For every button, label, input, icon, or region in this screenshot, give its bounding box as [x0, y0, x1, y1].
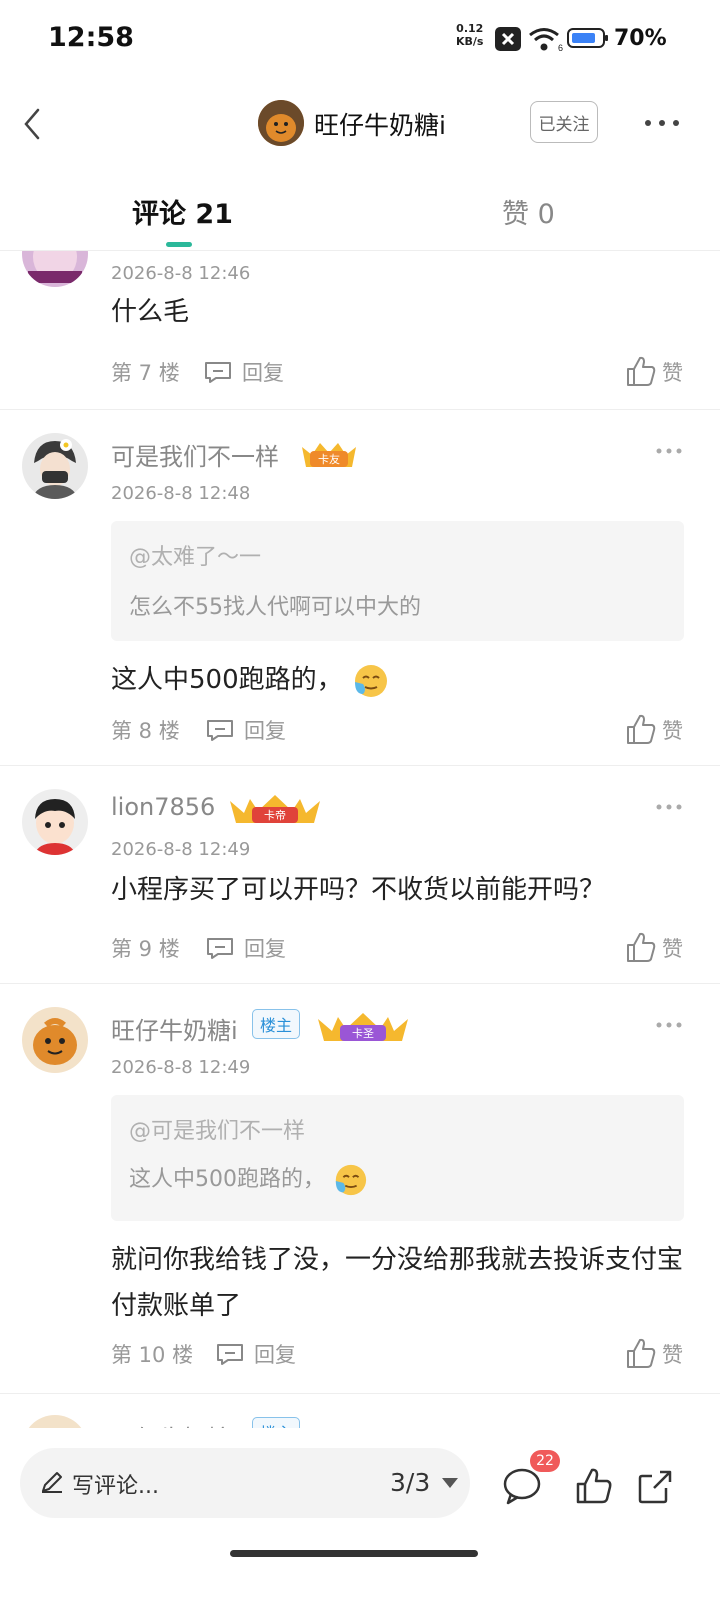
author-avatar[interactable]: [258, 100, 304, 146]
sweat-emoji-icon: [335, 1164, 367, 1196]
more-options-icon[interactable]: [640, 110, 684, 136]
comment-date: 2026-8-8 12:46: [111, 263, 251, 284]
username[interactable]: 旺仔牛奶糖i: [111, 1419, 238, 1428]
author-name[interactable]: 旺仔牛奶糖i: [314, 106, 446, 142]
svg-text:6: 6: [558, 43, 563, 52]
comment-date: 2026-8-8 12:49: [111, 1057, 251, 1078]
battery-icon: [567, 28, 608, 48]
quoted-username: @可是我们不一样: [129, 1119, 306, 1144]
network-speed-unit: KB/s: [456, 35, 484, 48]
reply-button[interactable]: 回复: [254, 1339, 296, 1369]
comment-text: 就问你我给钱了没，一分没给那我就去投诉支付宝付款账单了: [111, 1245, 684, 1321]
reply-icon[interactable]: [206, 936, 234, 960]
comment-item: 旺仔牛奶糖i 楼主: [0, 1393, 720, 1428]
comments-icon[interactable]: [502, 1466, 542, 1506]
reply-button[interactable]: 回复: [244, 715, 286, 745]
quoted-body: 这人中500跑路的，: [129, 1161, 368, 1198]
status-bar: 12:58 0.12 KB/s 6 70%: [0, 0, 720, 80]
thumbs-up-icon: [627, 1338, 656, 1368]
user-avatar[interactable]: [22, 1007, 88, 1073]
quoted-username: @太难了～一: [129, 545, 262, 570]
pen-icon: [42, 1472, 62, 1493]
thumbs-up-icon: [627, 932, 656, 962]
comment-body: 这人中500跑路的，: [111, 657, 684, 703]
reply-button[interactable]: 回复: [242, 357, 284, 387]
comment-more-icon[interactable]: [656, 447, 682, 455]
quoted-text: 怎么不55找人代啊可以中大的: [129, 595, 421, 620]
floor-number: 第 9 楼: [111, 937, 180, 961]
active-tab-indicator: [166, 242, 192, 247]
level-badge-crown-icon: 卡帝: [230, 795, 320, 823]
page-indicator[interactable]: 3/3: [390, 1468, 430, 1497]
share-icon[interactable]: [636, 1466, 676, 1506]
network-speed: 0.12 KB/s: [456, 22, 483, 48]
sweat-emoji-icon: [354, 664, 387, 697]
username[interactable]: lion7856: [111, 793, 215, 821]
user-avatar[interactable]: [22, 1415, 88, 1428]
badge-label: 卡圣: [352, 1027, 374, 1040]
comment-count-badge: 22: [530, 1450, 560, 1472]
comment-more-icon[interactable]: [656, 803, 682, 811]
floor-number: 第 7 楼: [111, 361, 180, 385]
level-badge-crown-icon: 卡圣: [318, 1013, 408, 1041]
like-button[interactable]: 赞: [626, 1337, 686, 1371]
username[interactable]: 旺仔牛奶糖i: [111, 1011, 238, 1046]
quoted-reply[interactable]: @可是我们不一样 这人中500跑路的，: [111, 1095, 684, 1221]
comment-item: 可是我们不一样 卡友 2026-8-8 12:48 @太难了～一 怎么不55找人…: [0, 409, 720, 766]
user-avatar[interactable]: [22, 789, 88, 855]
home-indicator[interactable]: [230, 1550, 478, 1557]
network-speed-value: 0.12: [456, 22, 484, 35]
comment-input[interactable]: 写评论... 3/3: [20, 1448, 470, 1518]
quoted-text: 这人中500跑路的，: [129, 1167, 325, 1192]
comment-date: 2026-8-8 12:48: [111, 483, 251, 504]
like-label: 赞: [662, 361, 683, 385]
back-arrow-icon[interactable]: [14, 100, 54, 148]
status-time: 12:58: [48, 22, 134, 53]
post-header: 旺仔牛奶糖i 已关注: [0, 88, 720, 158]
wifi-icon: 6: [529, 28, 563, 52]
quoted-reply[interactable]: @太难了～一 怎么不55找人代啊可以中大的: [111, 521, 684, 641]
no-sim-icon: [495, 27, 521, 51]
page-dropdown-icon[interactable]: [442, 1478, 458, 1488]
comment-more-icon[interactable]: [656, 1021, 682, 1029]
comment-text: 小程序买了可以开吗？不收货以前能开吗？: [111, 875, 606, 905]
reply-icon[interactable]: [204, 360, 232, 384]
username[interactable]: 可是我们不一样: [111, 437, 279, 472]
thread-author-tag: 楼主: [252, 1009, 301, 1039]
bottom-action-bar: 写评论... 3/3 22: [0, 1428, 720, 1600]
user-avatar[interactable]: [22, 433, 88, 499]
comment-text: 这人中500跑路的，: [111, 665, 343, 695]
reply-icon[interactable]: [216, 1342, 244, 1366]
thumbs-up-icon: [627, 714, 656, 744]
tab-comments[interactable]: 评论 21: [132, 192, 233, 231]
badge-label: 卡友: [318, 452, 340, 466]
like-label: 赞: [662, 719, 683, 743]
thumbs-up-icon: [627, 356, 656, 386]
like-button[interactable]: 赞: [626, 931, 686, 965]
reply-button[interactable]: 回复: [244, 933, 286, 963]
comment-item: lion7856 卡帝 2026-8-8 12:49 小程序买了可以开吗？不收货…: [0, 765, 720, 984]
battery-percent: 70%: [614, 26, 667, 51]
badge-label: 卡帝: [264, 808, 286, 822]
user-avatar[interactable]: [22, 251, 88, 287]
like-label: 赞: [662, 937, 683, 961]
follow-button[interactable]: 已关注: [530, 101, 598, 143]
like-button[interactable]: 赞: [626, 713, 686, 747]
like-button[interactable]: 赞: [626, 355, 686, 389]
floor-number: 第 8 楼: [111, 719, 180, 743]
thumbs-up-icon[interactable]: [574, 1466, 614, 1506]
tab-likes[interactable]: 赞 0: [502, 192, 555, 231]
thread-author-tag: 楼主: [252, 1417, 301, 1428]
comment-placeholder: 写评论...: [72, 1474, 159, 1499]
level-badge-crown-icon: 卡友: [302, 443, 356, 467]
comment-item: 2026-8-8 12:46 什么毛 第 7 楼 回复 赞: [0, 251, 720, 410]
reply-icon[interactable]: [206, 718, 234, 742]
comment-item: 旺仔牛奶糖i 楼主 卡圣 2026-8-8 12:49 @可是我们不一样 这人中…: [0, 983, 720, 1394]
comment-date: 2026-8-8 12:49: [111, 839, 251, 860]
comment-text: 什么毛: [111, 297, 190, 327]
like-label: 赞: [662, 1343, 683, 1367]
floor-number: 第 10 楼: [111, 1343, 194, 1367]
comment-list[interactable]: 2026-8-8 12:46 什么毛 第 7 楼 回复 赞 可是我们不一样 卡友…: [0, 251, 720, 1428]
tab-bar: 评论 21 赞 0: [0, 178, 720, 251]
